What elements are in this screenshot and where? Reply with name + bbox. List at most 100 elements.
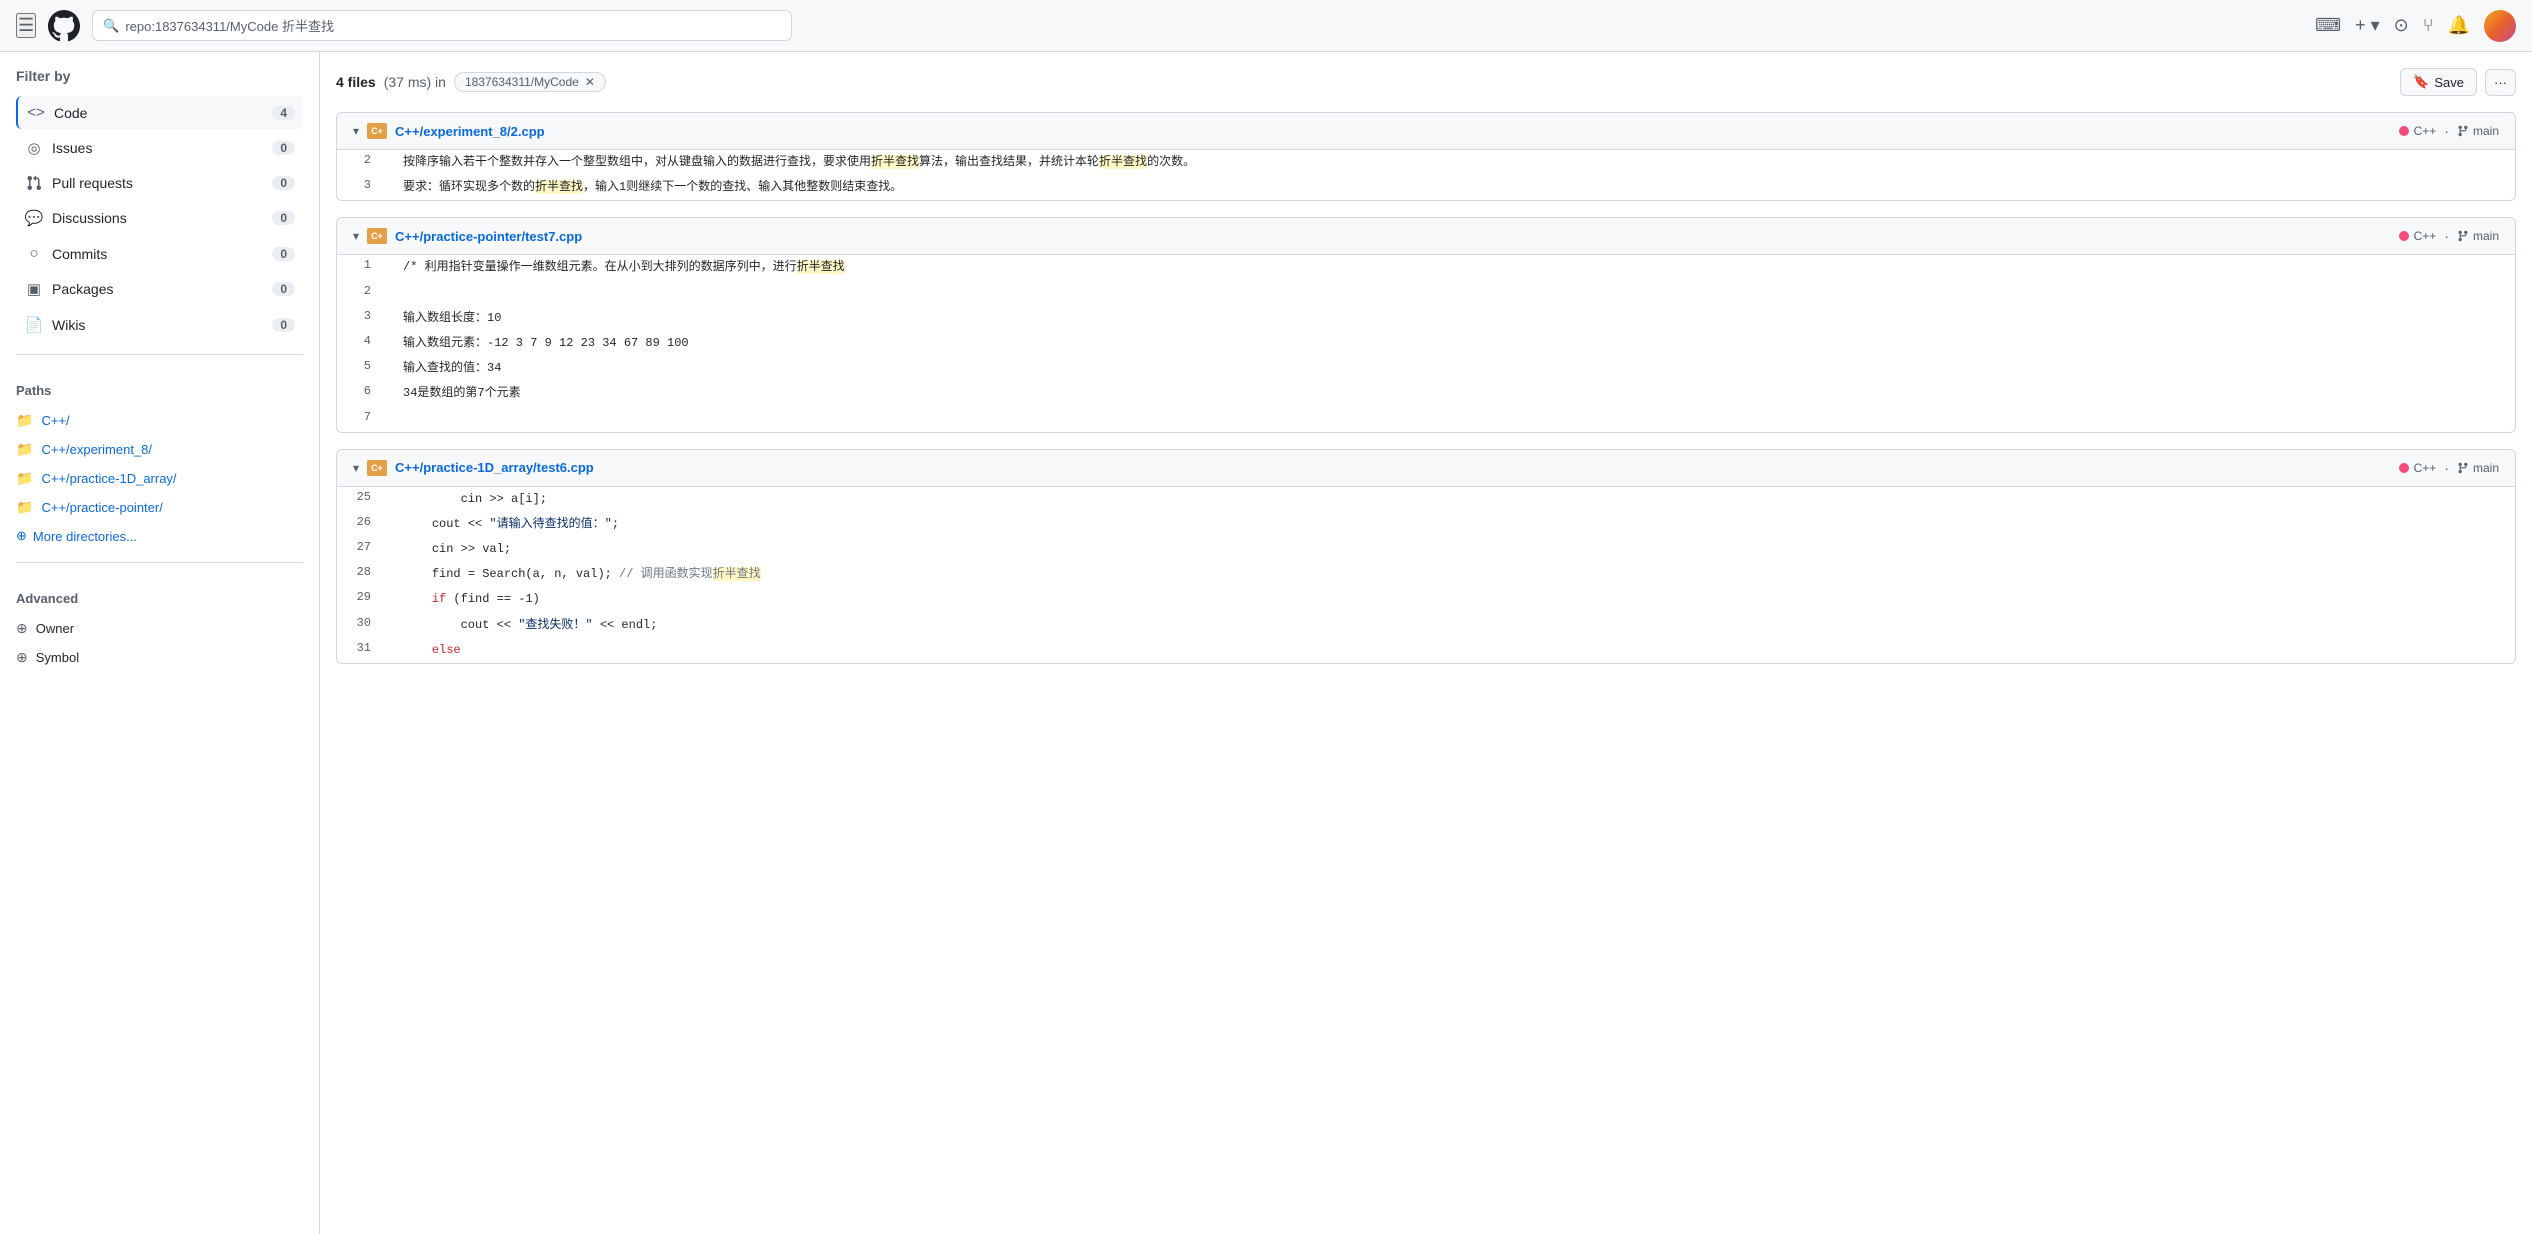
notifications-button[interactable]: 🔔 <box>2448 15 2470 36</box>
adv-item-symbol[interactable]: ⊕ Symbol <box>0 643 319 672</box>
repo-badge-text: 1837634311/MyCode <box>465 75 579 89</box>
file-path-2[interactable]: C++/practice-pointer/test7.cpp <box>395 229 582 244</box>
line-content: 按降序输入若干个整数并存入一个整型数组中，对从键盘输入的数据进行查找，要求使用折… <box>387 151 2515 174</box>
filter-item-wikis[interactable]: 📄 Wikis 0 <box>16 308 303 342</box>
code-icon: <> <box>26 104 46 121</box>
line-content: 输入查找的值：34 <box>387 357 2515 380</box>
line-number: 6 <box>337 382 387 398</box>
file-path-3[interactable]: C++/practice-1D_array/test6.cpp <box>395 460 594 475</box>
line-number: 1 <box>337 256 387 272</box>
line-content: cout << "请输入待查找的值："; <box>387 513 2515 536</box>
file-header-right-1: C++ · main <box>2399 123 2499 139</box>
results-count: 4 files <box>336 74 376 90</box>
more-dirs-label: More directories... <box>33 529 137 544</box>
code-line: 4 输入数组元素：-12 3 7 9 12 23 34 67 89 100 <box>337 331 2515 356</box>
sidebar-divider-1 <box>16 354 303 355</box>
repo-badge-close-icon[interactable]: ✕ <box>585 75 595 89</box>
pullrequest-icon <box>24 175 44 191</box>
file-card-header-1: ▾ C+ C++/experiment_8/2.cpp C++ · main <box>337 113 2515 150</box>
pullrequests-button[interactable]: ⑂ <box>2423 15 2434 36</box>
path-item-practice-pointer[interactable]: 📁 C++/practice-pointer/ <box>0 493 319 522</box>
lang-badge-2: C++ <box>2399 229 2437 243</box>
lang-badge-1: C++ <box>2399 124 2437 138</box>
lang-dot-3 <box>2399 463 2409 473</box>
code-line: 31 else <box>337 638 2515 663</box>
filter-label-wikis: Wikis <box>52 317 264 333</box>
code-line: 5 输入查找的值：34 <box>337 356 2515 381</box>
filter-count-discussions: 0 <box>272 211 295 225</box>
path-label-cpp: C++/ <box>41 413 69 428</box>
adv-label-owner: Owner <box>36 621 74 636</box>
wikis-icon: 📄 <box>24 316 44 334</box>
filter-item-packages[interactable]: ▣ Packages 0 <box>16 272 303 306</box>
hamburger-menu-button[interactable]: ☰ <box>16 13 36 38</box>
adv-item-owner[interactable]: ⊕ Owner <box>0 614 319 643</box>
filter-count-issues: 0 <box>272 141 295 155</box>
file-path-1[interactable]: C++/experiment_8/2.cpp <box>395 124 545 139</box>
file-header-right-2: C++ · main <box>2399 228 2499 244</box>
issues-button[interactable]: ⊙ <box>2394 15 2409 36</box>
line-number: 26 <box>337 513 387 529</box>
code-line: 28 find = Search(a, n, val); // 调用函数实现折半… <box>337 562 2515 587</box>
filter-by-title: Filter by <box>0 68 319 96</box>
file-header-right-3: C++ · main <box>2399 460 2499 476</box>
collapse-button-1[interactable]: ▾ <box>353 124 359 138</box>
line-content: cin >> val; <box>387 538 2515 561</box>
filter-label-code: Code <box>54 105 264 121</box>
repo-badge[interactable]: 1837634311/MyCode ✕ <box>454 72 606 92</box>
nav-actions: ⌨ + ▾ ⊙ ⑂ 🔔 <box>2315 10 2516 42</box>
line-number: 30 <box>337 614 387 630</box>
path-item-cpp[interactable]: 📁 C++/ <box>0 406 319 435</box>
path-item-experiment8[interactable]: 📁 C++/experiment_8/ <box>0 435 319 464</box>
filter-count-wikis: 0 <box>272 318 295 332</box>
branch-badge-1: main <box>2457 124 2499 138</box>
user-avatar[interactable] <box>2484 10 2516 42</box>
collapse-button-2[interactable]: ▾ <box>353 229 359 243</box>
line-content <box>387 408 2515 431</box>
file-card-experiment8-2cpp: ▾ C+ C++/experiment_8/2.cpp C++ · main <box>336 112 2516 201</box>
path-label-1d-array: C++/practice-1D_array/ <box>41 471 176 486</box>
plus-icon: ⊕ <box>16 528 27 544</box>
filter-item-code[interactable]: <> Code 4 <box>16 96 303 129</box>
results-actions: 🔖 Save ··· <box>2400 68 2516 96</box>
file-header-left-3: ▾ C+ C++/practice-1D_array/test6.cpp <box>353 460 594 476</box>
terminal-button[interactable]: ⌨ <box>2315 15 2341 36</box>
more-options-button[interactable]: ··· <box>2485 69 2516 96</box>
code-line: 3 输入数组长度：10 <box>337 306 2515 331</box>
create-button[interactable]: + ▾ <box>2355 15 2380 36</box>
save-button[interactable]: 🔖 Save <box>2400 68 2477 96</box>
results-time: (37 ms) in <box>384 74 446 90</box>
path-item-1d-array[interactable]: 📁 C++/practice-1D_array/ <box>0 464 319 493</box>
bookmark-icon: 🔖 <box>2413 74 2429 90</box>
top-navigation: ☰ 🔍 repo:1837634311/MyCode 折半查找 ⌨ + ▾ ⊙ … <box>0 0 2532 52</box>
search-bar[interactable]: 🔍 repo:1837634311/MyCode 折半查找 <box>92 10 792 41</box>
line-content: cin >> a[i]; <box>387 488 2515 511</box>
branch-badge-3: main <box>2457 461 2499 475</box>
filter-label-pullrequests: Pull requests <box>52 175 264 191</box>
line-content: if (find == -1) <box>387 588 2515 611</box>
github-logo[interactable] <box>48 10 80 42</box>
folder-icon-experiment8: 📁 <box>16 441 33 458</box>
code-line: 6 34是数组的第7个元素 <box>337 381 2515 406</box>
more-directories-button[interactable]: ⊕ More directories... <box>0 522 319 550</box>
line-number: 2 <box>337 282 387 298</box>
search-repo-text: repo:1837634311/MyCode 折半查找 <box>125 16 334 35</box>
line-content: /* 利用指针变量操作一维数组元素。在从小到大排列的数据序列中，进行折半查找 <box>387 256 2515 279</box>
code-line: 27 cin >> val; <box>337 537 2515 562</box>
filter-item-issues[interactable]: ◎ Issues 0 <box>16 131 303 165</box>
file-card-1d-array-test6: ▾ C+ C++/practice-1D_array/test6.cpp C++… <box>336 449 2516 664</box>
filter-count-commits: 0 <box>272 247 295 261</box>
filter-item-discussions[interactable]: 💬 Discussions 0 <box>16 201 303 235</box>
code-line: 30 cout << "查找失败！" << endl; <box>337 613 2515 638</box>
collapse-button-3[interactable]: ▾ <box>353 461 359 475</box>
search-results-content: 4 files (37 ms) in 1837634311/MyCode ✕ 🔖… <box>320 52 2532 1234</box>
sidebar-divider-2 <box>16 562 303 563</box>
filter-section: <> Code 4 ◎ Issues 0 Pull requests 0 💬 <box>0 96 319 342</box>
packages-icon: ▣ <box>24 280 44 298</box>
filter-item-pullrequests[interactable]: Pull requests 0 <box>16 167 303 199</box>
filter-label-commits: Commits <box>52 246 264 262</box>
lang-dot-1 <box>2399 126 2409 136</box>
discussions-icon: 💬 <box>24 209 44 227</box>
filter-item-commits[interactable]: ○ Commits 0 <box>16 237 303 270</box>
line-number: 5 <box>337 357 387 373</box>
